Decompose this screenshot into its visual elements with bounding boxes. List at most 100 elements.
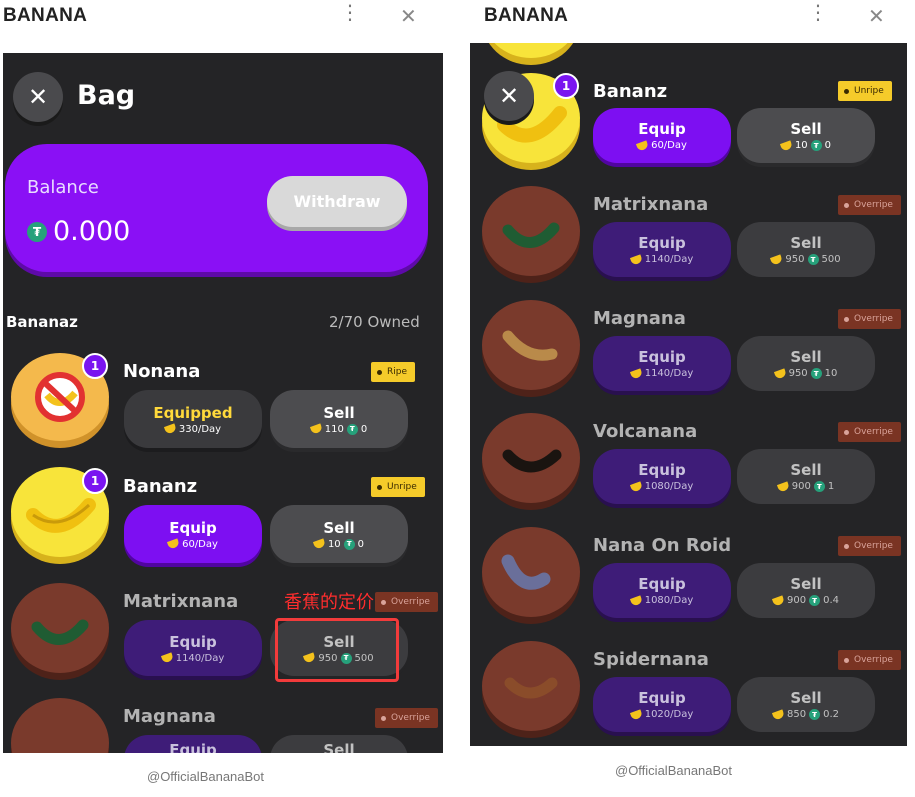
ripeness-tag: Overripe <box>375 708 438 728</box>
count-badge: 1 <box>553 73 579 99</box>
price-highlight-box <box>275 618 399 682</box>
banana-icon <box>773 367 787 380</box>
item-name: Nonana <box>123 361 201 382</box>
tether-icon: ₮ <box>346 423 358 435</box>
equip-button[interactable]: Equip <box>124 735 262 753</box>
equip-button[interactable]: Equip 1140/Day <box>593 222 731 277</box>
close-icon[interactable]: ✕ <box>868 4 885 28</box>
item-name: Volcanana <box>593 421 698 442</box>
banana-icon <box>312 538 326 550</box>
banana-icon <box>160 652 174 664</box>
ripeness-tag: Overripe <box>375 592 438 612</box>
left-window: BANANA ⋮ ✕ ✕ Bag Balance ₮ 0.000 Withdra… <box>0 0 445 797</box>
count-badge: 1 <box>82 353 108 379</box>
prev-item-avatar <box>482 43 580 58</box>
price-annotation: 香蕉的定价 <box>284 592 374 613</box>
sell-button[interactable]: Sell 950 ₮ 500 <box>737 222 875 277</box>
footer-handle: @OfficialBananaBot <box>147 769 265 784</box>
tether-icon: ₮ <box>807 254 819 265</box>
magnana-avatar <box>482 300 580 390</box>
right-titlebar: BANANA ⋮ ✕ <box>470 0 910 32</box>
app-title: BANANA <box>3 5 88 26</box>
balance-card: Balance ₮ 0.000 Withdraw <box>5 144 428 272</box>
close-icon[interactable]: ✕ <box>400 4 417 28</box>
sell-button[interactable]: Sell 850 ₮ 0.2 <box>737 677 875 732</box>
banana-icon <box>629 367 643 380</box>
equip-button[interactable]: Equip 1080/Day <box>593 563 731 618</box>
ripeness-tag: Unripe <box>838 81 892 101</box>
equip-button[interactable]: Equip 1020/Day <box>593 677 731 732</box>
left-titlebar: BANANA ⋮ ✕ <box>0 0 445 32</box>
ripeness-tag: Overripe <box>838 536 901 556</box>
item-name: Bananz <box>593 81 668 102</box>
vertical-dots-icon[interactable]: ⋮ <box>808 2 828 22</box>
equip-button[interactable]: Equip 1080/Day <box>593 449 731 504</box>
ripeness-tag: Overripe <box>838 309 901 329</box>
equip-button[interactable]: Equip 60/Day <box>593 108 731 163</box>
banana-image <box>502 330 558 361</box>
banana-image <box>502 449 562 473</box>
item-name: Spidernana <box>593 649 709 670</box>
sell-button[interactable]: Sell <box>270 735 408 753</box>
sell-button[interactable]: Sell 900 ₮ 0.4 <box>737 563 875 618</box>
equipped-button[interactable]: Equipped 330/Day <box>124 390 262 448</box>
bag-close-button[interactable]: ✕ <box>484 71 534 121</box>
balance-label: Balance <box>27 177 99 198</box>
ripeness-tag: Overripe <box>838 195 901 215</box>
banana-icon <box>771 594 786 607</box>
ripeness-tag: Unripe <box>371 477 425 497</box>
withdraw-button[interactable]: Withdraw <box>267 176 407 227</box>
tether-icon: ₮ <box>810 140 822 151</box>
ripeness-tag: Ripe <box>371 362 416 382</box>
ripeness-tag: Overripe <box>838 650 901 670</box>
banana-icon <box>167 538 181 550</box>
balance-value: ₮ 0.000 <box>27 216 130 247</box>
banana-icon <box>771 708 786 721</box>
banana-image <box>501 554 551 590</box>
tether-icon: ₮ <box>809 709 821 720</box>
section-title: Bananaz <box>6 313 78 331</box>
item-name: Matrixnana <box>123 591 239 612</box>
item-name: Magnana <box>123 706 216 727</box>
right-screen: ✕ 1 Bananz Unripe Equip 60/Day Sell 10 ₮ 0… <box>470 43 907 746</box>
banana-icon <box>636 139 650 152</box>
banana-icon <box>629 594 643 607</box>
owned-count: 2/70 Owned <box>329 313 420 331</box>
banana-icon <box>629 253 643 266</box>
sell-button[interactable]: Sell 110 ₮ 0 <box>270 390 408 448</box>
right-window: BANANA ⋮ ✕ ✕ 1 Bananz Unripe Equip 60/Da… <box>470 0 910 797</box>
vertical-dots-icon[interactable]: ⋮ <box>340 2 360 22</box>
item-name: Nana On Roid <box>593 535 732 556</box>
tether-icon: ₮ <box>27 221 47 242</box>
count-badge: 1 <box>82 468 108 494</box>
equip-button[interactable]: Equip 1140/Day <box>593 336 731 391</box>
banana-icon <box>770 253 784 266</box>
balance-amount: 0.000 <box>53 216 131 247</box>
banana-icon <box>776 480 790 493</box>
matrixnana-avatar <box>482 186 580 276</box>
banana-icon <box>779 139 793 152</box>
bag-close-button[interactable]: ✕ <box>13 72 63 122</box>
sell-button[interactable]: Sell 10 ₮ 0 <box>737 108 875 163</box>
banana-icon <box>629 708 643 721</box>
sell-button[interactable]: Sell 10 ₮ 0 <box>270 505 408 563</box>
sell-button[interactable]: Sell 900 ₮ 1 <box>737 449 875 504</box>
nana-on-roid-avatar <box>482 527 580 617</box>
item-name: Magnana <box>593 308 686 329</box>
equip-button[interactable]: Equip 1140/Day <box>124 620 262 676</box>
item-name: Bananz <box>123 476 198 497</box>
ripeness-tag: Overripe <box>838 422 901 442</box>
banana-icon <box>309 423 323 435</box>
footer-handle: @OfficialBananaBot <box>615 763 733 778</box>
tether-icon: ₮ <box>810 368 822 379</box>
equip-button[interactable]: Equip 60/Day <box>124 505 262 563</box>
tether-icon: ₮ <box>809 595 821 606</box>
magnana-avatar <box>11 698 109 753</box>
volcanana-avatar <box>482 413 580 503</box>
banana-image <box>502 222 560 248</box>
item-name: Matrixnana <box>593 194 709 215</box>
spidernana-avatar <box>482 641 580 731</box>
banana-image <box>504 677 558 699</box>
page-title: Bag <box>77 80 136 111</box>
sell-button[interactable]: Sell 950 ₮ 10 <box>737 336 875 391</box>
